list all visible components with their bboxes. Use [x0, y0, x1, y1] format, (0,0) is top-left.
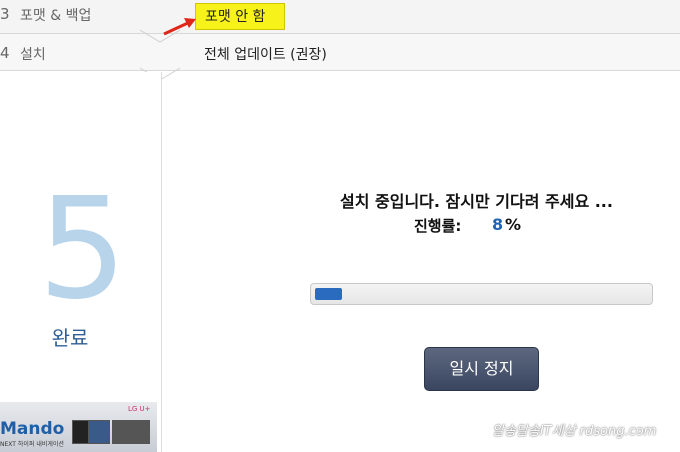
banner-logo: LG U+: [128, 405, 151, 413]
pause-button[interactable]: 일시 정지: [424, 347, 539, 391]
progress-bar: [310, 283, 653, 305]
banner-brand: Mando: [0, 419, 65, 439]
device-image: [88, 420, 110, 444]
step-sidebar: 5 완료 Mando NEXT 하이퍼 내비게이션 LG U+: [0, 72, 162, 452]
step-row-format: 3 포맷 & 백업: [0, 0, 680, 34]
watermark: 알송달송IT세상 rdsong.com: [492, 424, 657, 439]
step-row-install: 4 설치 전체 업데이트 (권장): [0, 34, 680, 71]
step-label: 포맷 & 백업: [20, 8, 92, 24]
current-step-number: 5: [38, 168, 128, 331]
format-option[interactable]: 포맷 안 함: [205, 6, 265, 26]
red-arrow-icon: [163, 18, 196, 36]
step-notch-icon: [140, 29, 180, 80]
progress-unit: %: [505, 215, 522, 234]
step-label: 설치: [20, 47, 46, 63]
current-step-label: 완료: [51, 326, 89, 350]
install-message: 설치 중입니다. 잠시만 기다려 주세요 ...: [340, 192, 613, 211]
progress-value: 8: [492, 215, 504, 234]
ad-banner[interactable]: Mando NEXT 하이퍼 내비게이션 LG U+: [0, 402, 157, 452]
step-number: 3: [0, 5, 10, 23]
progress-bar-fill: [315, 288, 342, 300]
device-image: [112, 420, 150, 444]
progress-label: 진행률:: [414, 217, 462, 235]
step-number: 4: [0, 44, 10, 62]
banner-subtitle: NEXT 하이퍼 내비게이션: [0, 441, 64, 448]
install-option[interactable]: 전체 업데이트 (권장): [204, 44, 327, 64]
